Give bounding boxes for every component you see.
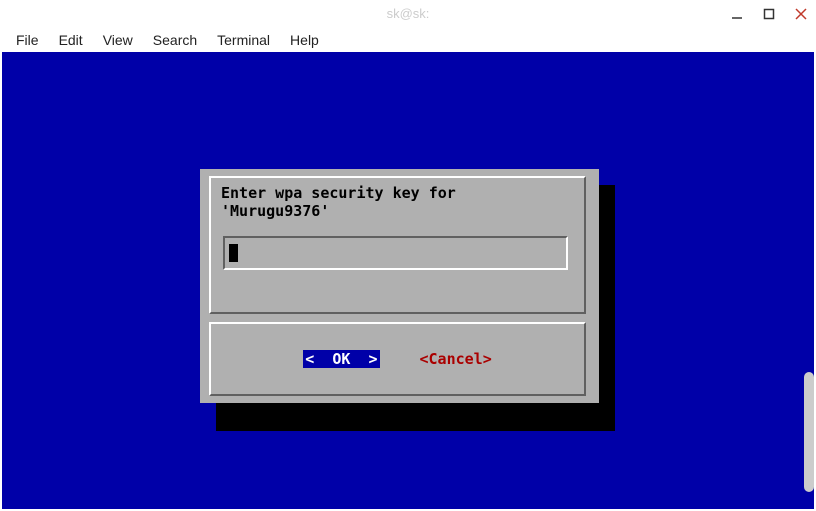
terminal-area[interactable]: Enter wpa security key for 'Murugu9376' … — [2, 52, 814, 509]
scrollbar-thumb[interactable] — [804, 372, 814, 492]
input-wrapper — [221, 236, 574, 270]
cancel-button[interactable]: <Cancel> — [420, 350, 492, 368]
dialog-content: Enter wpa security key for 'Murugu9376' — [209, 176, 586, 314]
menu-search[interactable]: Search — [145, 30, 205, 50]
ok-button[interactable]: < OK > — [303, 350, 379, 368]
titlebar: sk@sk: — [0, 0, 816, 28]
wpa-key-dialog: Enter wpa security key for 'Murugu9376' … — [200, 169, 599, 403]
menu-terminal[interactable]: Terminal — [209, 30, 278, 50]
wpa-key-input[interactable] — [223, 236, 568, 270]
menu-edit[interactable]: Edit — [51, 30, 91, 50]
menu-file[interactable]: File — [8, 30, 47, 50]
menu-help[interactable]: Help — [282, 30, 327, 50]
minimize-button[interactable] — [730, 7, 744, 21]
close-button[interactable] — [794, 7, 808, 21]
menu-view[interactable]: View — [95, 30, 141, 50]
window-controls — [730, 0, 808, 28]
prompt-text: Enter wpa security key for 'Murugu9376' — [221, 184, 574, 220]
prompt-line2: 'Murugu9376' — [221, 202, 329, 220]
maximize-button[interactable] — [762, 7, 776, 21]
prompt-line1: Enter wpa security key for — [221, 184, 456, 202]
text-cursor — [229, 244, 238, 262]
dialog-buttons: < OK > <Cancel> — [209, 322, 586, 396]
menubar: File Edit View Search Terminal Help — [0, 28, 816, 52]
window-title: sk@sk: — [387, 6, 430, 21]
